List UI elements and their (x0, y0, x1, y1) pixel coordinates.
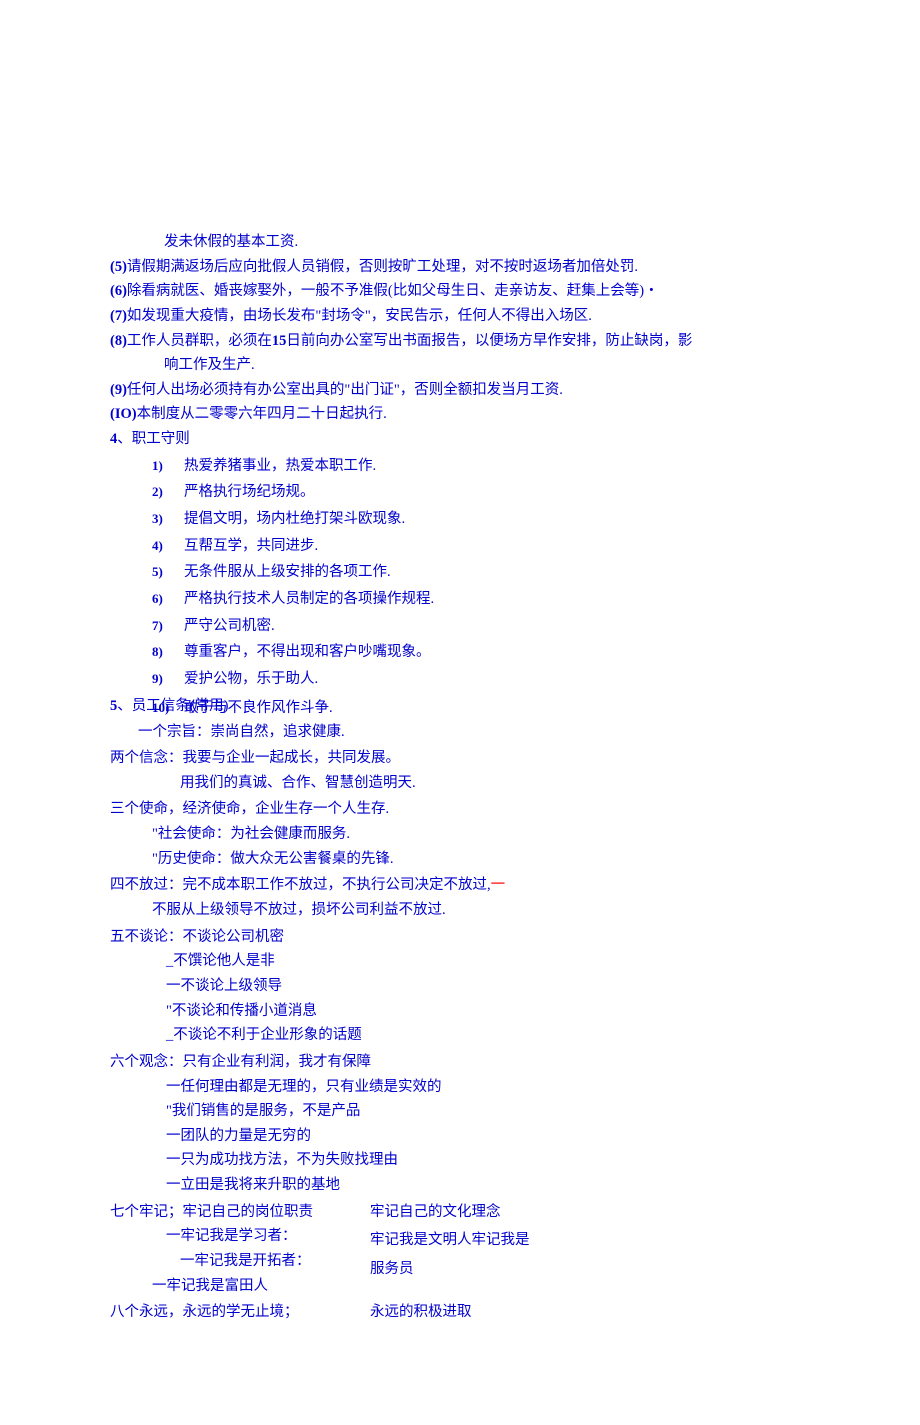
item-text: 工作人员群职，必须在15日前向办公室写出书面报告，以便场方早作安排，防止缺岗，影 (127, 329, 810, 354)
rule-item: 4)互帮互学，共同进步. (152, 534, 810, 559)
rules-list: 1)热爱养猪事业，热爱本职工作. 2)严格执行场纪场规。 3)提倡文明，场内杜绝… (110, 454, 810, 692)
motto-8: 八个永远，永远的学无止境； 永远的积极进取 (110, 1300, 810, 1325)
rule-item: 6)严格执行技术人员制定的各项操作规程. (152, 587, 810, 612)
item-7: (7) 如发现重大疫情，由场长发布"封场令"，安民告示，任何人不得出入场区. (110, 304, 810, 329)
rule-item: 2)严格执行场纪场规。 (152, 480, 810, 505)
motto-7: 七个牢记；牢记自己的岗位职责 一牢记我是学习者： 一牢记我是开拓者： 一牢记我是… (110, 1200, 810, 1299)
item-num: (9) (110, 378, 127, 403)
item-num: (IO) (110, 402, 137, 427)
motto-2: 两个信念：我要与企业一起成长，共同发展。 用我们的真诚、合作、智慧创造明天. (110, 746, 810, 795)
item-num: (5) (110, 255, 127, 280)
rule-item: 1)热爱养猪事业，热爱本职工作. (152, 454, 810, 479)
rule-item: 7)严守公司机密. (152, 614, 810, 639)
section-sep: 、 (117, 427, 132, 452)
item-10: (IO) 本制度从二零零六年四月二十日起执行. (110, 402, 810, 427)
motto-8-right: 永远的积极进取 (370, 1300, 472, 1329)
motto-7-right: 牢记自己的文化理念 牢记我是文明人牢记我是 服务员 (370, 1200, 530, 1286)
item-text: 除看病就医、婚丧嫁娶外，一般不予准假(比如父母生日、走亲访友、赶集上会等)・ (127, 279, 810, 304)
item-text: 本制度从二零零六年四月二十日起执行. (137, 402, 810, 427)
section-4-heading: 4 、 职工守则 (110, 427, 810, 452)
rule-item: 9)爱护公物，乐于助人. (152, 667, 810, 692)
item-text: 如发现重大疫情，由场长发布"封场令"，安民告示，任何人不得出入场区. (127, 304, 810, 329)
item-num: (6) (110, 279, 127, 304)
motto-3: 三个使命，经济使命，企业生存一个人生存. "社会使命：为社会健康而服务. "历史… (110, 797, 810, 871)
rule-item: 8)尊重客户，不得出现和客户吵嘴现象。 (152, 640, 810, 665)
item-8: (8) 工作人员群职，必须在15日前向办公室写出书面报告，以便场方早作安排，防止… (110, 329, 810, 378)
item-8-cont: 响工作及生产. (110, 353, 810, 378)
motto-1: 一个宗旨：崇尚自然，追求健康. (110, 720, 810, 745)
item-text: 任何人出场必须持有办公室出具的"出门证"，否则全额扣发当月工资. (127, 378, 810, 403)
section-title: 职工守则 (132, 427, 190, 452)
item-num: (8) (110, 329, 127, 354)
section-num: 4 (110, 427, 117, 452)
section-5-overlap: 10) 敢于与不良作风作斗争. 5 、 员工信条(常用) (110, 694, 810, 718)
item-text: 请假期满返场后应向批假人员销假，否则按旷工处理，对不按时返场者加倍处罚. (127, 255, 810, 280)
item-num: (7) (110, 304, 127, 329)
item-6: (6) 除看病就医、婚丧嫁娶外，一般不予准假(比如父母生日、走亲访友、赶集上会等… (110, 279, 810, 304)
section-5-heading: 5 、 员工信条(常用) (110, 694, 228, 719)
item-5: (5) 请假期满返场后应向批假人员销假，否则按旷工处理，对不按时返场者加倍处罚. (110, 255, 810, 280)
motto-5: 五不谈论：不谈论公司机密 _不馔论他人是非 一不谈论上级领导 "不谈论和传播小道… (110, 925, 810, 1048)
item-5-continuation: 发未休假的基本工资. (110, 230, 810, 255)
rule-item: 5)无条件服从上级安排的各项工作. (152, 560, 810, 585)
motto-6: 六个观念：只有企业有利润，我才有保障 一任何理由都是无理的，只有业绩是实效的 "… (110, 1050, 810, 1198)
motto-4: 四不放过：完不成本职工作不放过，不执行公司决定不放过,一 不服从上级领导不放过，… (110, 873, 810, 922)
item-9: (9) 任何人出场必须持有办公室出具的"出门证"，否则全额扣发当月工资. (110, 378, 810, 403)
rule-item: 3)提倡文明，场内杜绝打架斗欧现象. (152, 507, 810, 532)
